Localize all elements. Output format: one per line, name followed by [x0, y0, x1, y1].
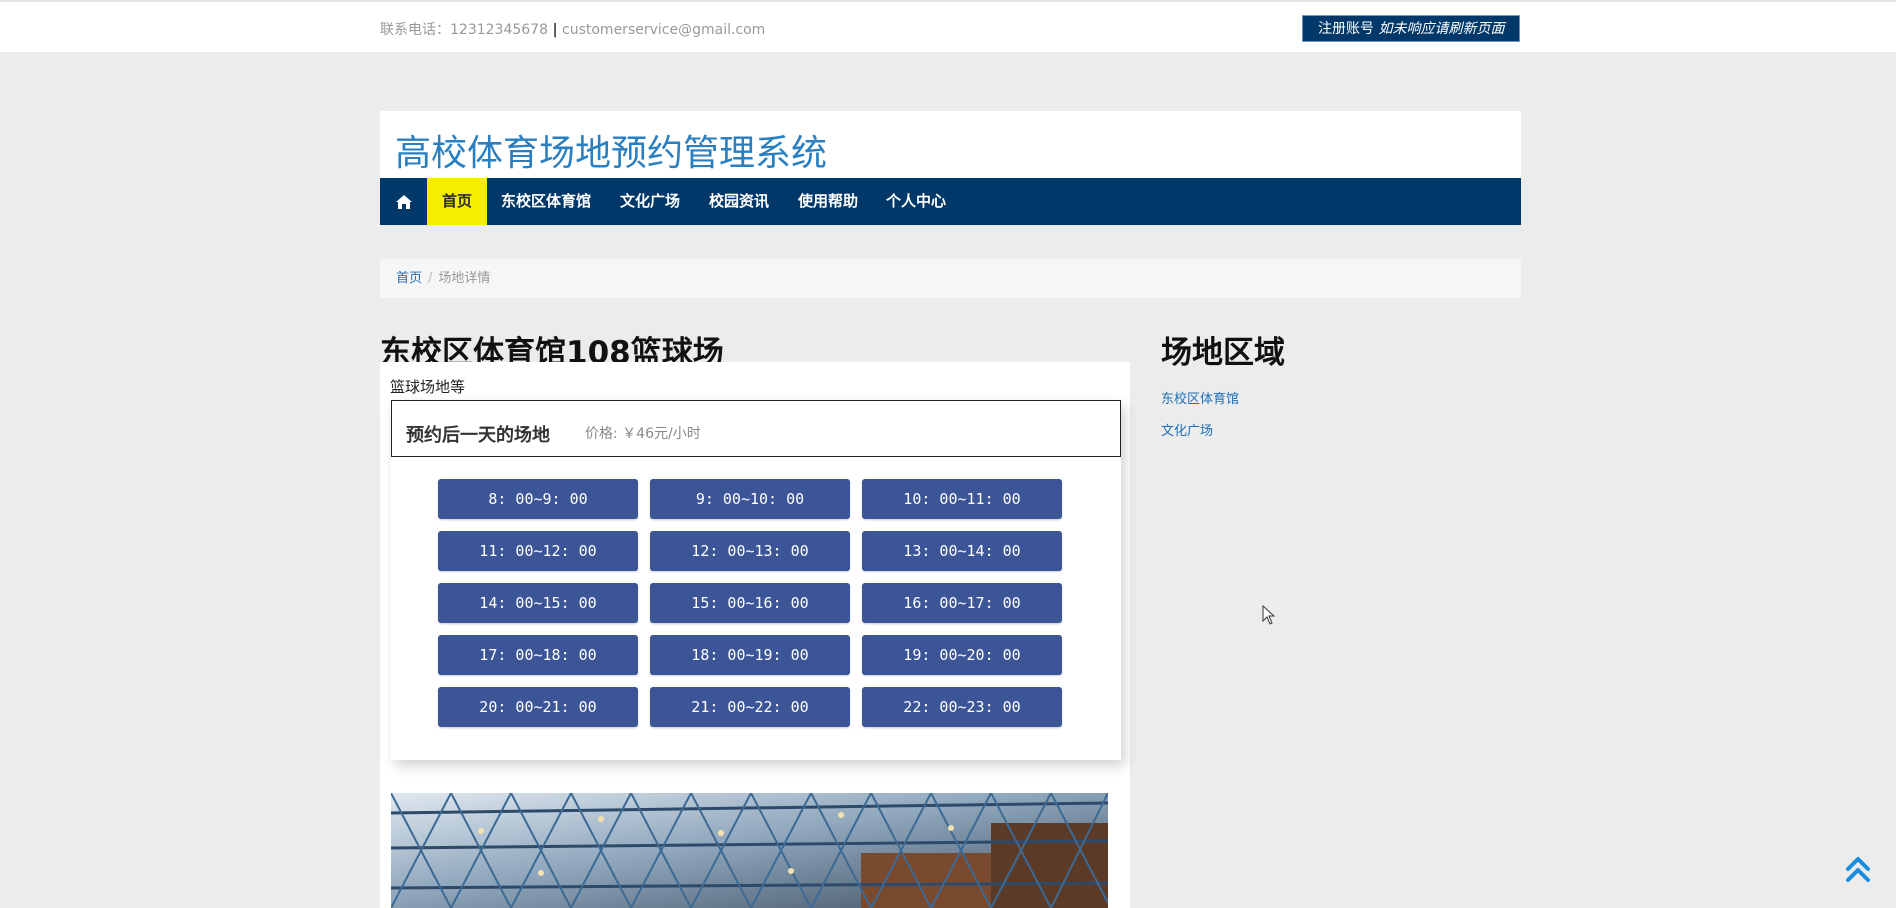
price-value: ￥46元/小时 [622, 426, 701, 442]
mouse-cursor-icon [1262, 605, 1276, 625]
time-slot-button[interactable]: 11: 00~12: 00 [438, 531, 638, 571]
nav-item-campus-news[interactable]: 校园资讯 [709, 178, 769, 225]
time-slot-button[interactable]: 14: 00~15: 00 [438, 583, 638, 623]
time-slot-button[interactable]: 19: 00~20: 00 [862, 635, 1062, 675]
contact-separator: | [552, 22, 558, 38]
register-label: 注册账号 [1318, 21, 1374, 37]
nav-item-culture-square[interactable]: 文化广场 [620, 178, 680, 225]
booking-header: 预约后一天的场地 价格: ￥46元/小时 [391, 400, 1121, 457]
time-slot-button[interactable]: 10: 00~11: 00 [862, 479, 1062, 519]
contact-email: customerservice@gmail.com [562, 22, 766, 38]
breadcrumb-home[interactable]: 首页 [396, 271, 422, 286]
contact-info: 联系电话：12312345678 | customerservice@gmail… [380, 19, 765, 39]
main-nav: 首页 东校区体育馆 文化广场 校园资讯 使用帮助 个人中心 [380, 178, 1521, 225]
sidebar-link-east-gym[interactable]: 东校区体育馆 [1161, 388, 1239, 407]
top-bar: 联系电话：12312345678 | customerservice@gmail… [0, 0, 1896, 52]
time-slot-button[interactable]: 16: 00~17: 00 [862, 583, 1062, 623]
nav-item-home[interactable]: 首页 [427, 178, 487, 225]
venue-description: 篮球场地等 [390, 378, 466, 396]
breadcrumb-current: 场地详情 [438, 271, 491, 286]
venue-photo [391, 793, 1108, 908]
register-hint: 如未响应请刷新页面 [1378, 21, 1505, 37]
price-label: 价格: [585, 426, 618, 442]
time-slot-button[interactable]: 15: 00~16: 00 [650, 583, 850, 623]
time-slot-button[interactable]: 17: 00~18: 00 [438, 635, 638, 675]
time-slot-button[interactable]: 22: 00~23: 00 [862, 687, 1062, 727]
site-header: 高校体育场地预约管理系统 [380, 111, 1521, 178]
venue-photo-image [391, 793, 1108, 908]
time-slot-button[interactable]: 8: 00~9: 00 [438, 479, 638, 519]
sidebar-link-culture-square[interactable]: 文化广场 [1161, 420, 1213, 439]
breadcrumb: 首页 / 场地详情 [380, 259, 1521, 298]
site-title[interactable]: 高校体育场地预约管理系统 [395, 124, 827, 176]
home-icon [395, 194, 412, 209]
register-button[interactable]: 注册账号 如未响应请刷新页面 [1302, 15, 1520, 42]
time-slot-button[interactable]: 13: 00~14: 00 [862, 531, 1062, 571]
time-slot-button[interactable]: 21: 00~22: 00 [650, 687, 850, 727]
time-slot-button[interactable]: 20: 00~21: 00 [438, 687, 638, 727]
sidebar-title: 场地区域 [1161, 335, 1285, 371]
nav-item-profile[interactable]: 个人中心 [886, 178, 946, 225]
nav-home[interactable] [380, 178, 427, 225]
time-slot-button[interactable]: 9: 00~10: 00 [650, 479, 850, 519]
nav-item-east-gym[interactable]: 东校区体育馆 [501, 178, 591, 225]
contact-label: 联系电话： [380, 22, 450, 38]
time-slot-button[interactable]: 18: 00~19: 00 [650, 635, 850, 675]
contact-phone: 12312345678 [450, 22, 548, 38]
back-to-top-icon[interactable] [1843, 855, 1873, 885]
time-slot-button[interactable]: 12: 00~13: 00 [650, 531, 850, 571]
breadcrumb-separator: / [428, 271, 433, 286]
booking-label: 预约后一天的场地 [406, 425, 550, 446]
booking-card: 预约后一天的场地 价格: ￥46元/小时 8: 00~9: 00 9: 00~1… [391, 400, 1121, 760]
nav-item-help[interactable]: 使用帮助 [798, 178, 858, 225]
price: 价格: ￥46元/小时 [585, 423, 701, 443]
